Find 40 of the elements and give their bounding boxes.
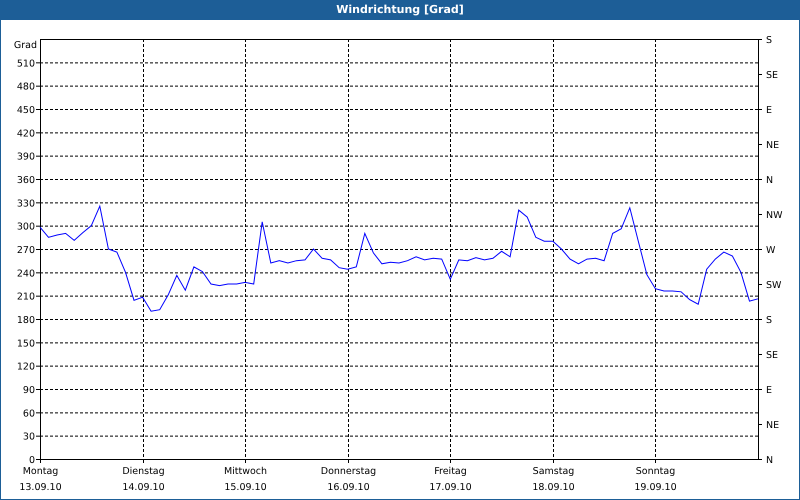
y-axis-label: 450 — [16, 105, 35, 116]
y-axis-label: 480 — [16, 82, 35, 93]
direction-label: E — [766, 385, 772, 396]
direction-label: S — [766, 315, 772, 326]
y-axis-label: 390 — [16, 152, 35, 163]
direction-label: SE — [766, 70, 778, 81]
y-axis-label: 360 — [16, 175, 35, 186]
direction-label: N — [766, 455, 774, 466]
y-axis-title: Grad — [14, 40, 37, 51]
y-axis-label: 30 — [22, 432, 35, 443]
direction-label: S — [766, 35, 772, 46]
y-axis-label: 420 — [16, 128, 35, 140]
direction-label: E — [766, 105, 772, 116]
x-axis-label: Samstag 18.09.10 — [532, 466, 575, 493]
direction-label: W — [766, 245, 776, 256]
y-axis-label: 150 — [16, 338, 35, 350]
x-axis-label: Donnerstag 16.09.10 — [320, 466, 376, 493]
y-axis-label: 510 — [16, 58, 35, 70]
y-axis-label: 240 — [16, 268, 35, 280]
x-axis-label: Sonntag 19.09.10 — [634, 466, 677, 493]
direction-label: NE — [766, 420, 780, 431]
y-axis-label: 300 — [16, 222, 35, 233]
y-axis-label: 120 — [16, 362, 35, 373]
window-title: Windrichtung [Grad] — [336, 2, 464, 18]
direction-label: SW — [766, 280, 782, 291]
y-axis-label: 90 — [22, 385, 35, 396]
y-axis-label: 330 — [16, 198, 35, 210]
direction-label: N — [766, 175, 774, 186]
y-axis-label: 60 — [22, 408, 35, 420]
x-axis-label: Freitag 17.09.10 — [429, 466, 472, 493]
y-axis-label: 210 — [16, 292, 35, 303]
direction-label: NW — [766, 210, 782, 221]
x-axis-label: Mittwoch 15.09.10 — [224, 466, 268, 493]
y-axis-label: 0 — [28, 455, 35, 466]
y-axis-label: 270 — [16, 245, 35, 256]
x-axis-label: Dienstag 14.09.10 — [122, 466, 165, 493]
direction-label: NE — [766, 140, 780, 151]
x-axis-label: Montag 13.09.10 — [19, 466, 62, 493]
direction-label: SE — [766, 350, 778, 361]
y-axis-label: 180 — [16, 315, 35, 326]
